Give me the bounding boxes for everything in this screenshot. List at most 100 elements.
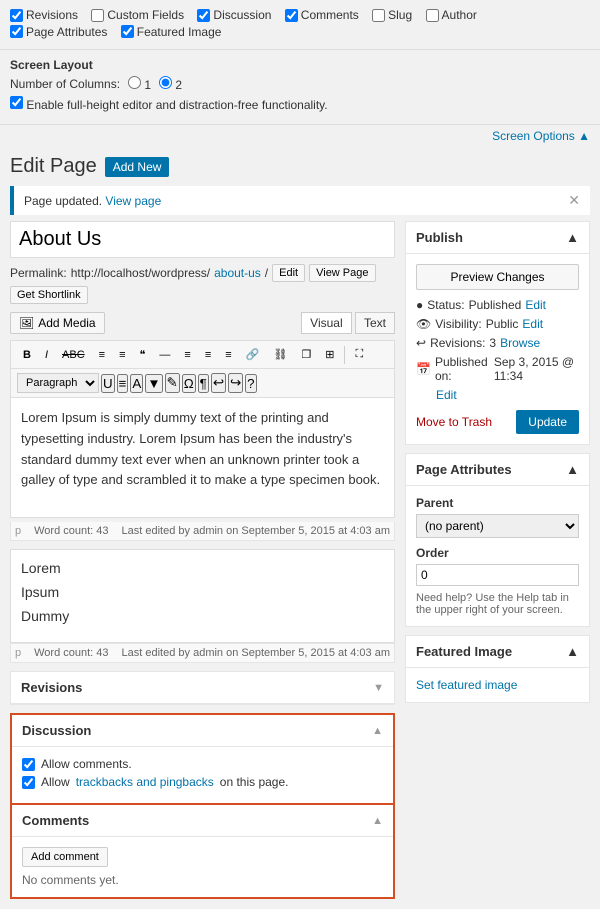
allow-comments-checkbox[interactable]: [22, 758, 35, 771]
featured-image-box: Featured Image ▲ Set featured image: [405, 635, 590, 703]
publish-collapse-icon: ▲: [566, 230, 579, 245]
col1-radio[interactable]: 1: [128, 76, 151, 92]
toolbar-row2: Paragraph U ≡ A ▼ ✎ Ω ¶ ↩ ↪ ?: [10, 369, 395, 398]
comments-header[interactable]: Comments ▲: [12, 805, 393, 837]
discussion-checkbox[interactable]: Discussion: [197, 8, 271, 22]
order-input[interactable]: [416, 564, 579, 586]
page-attributes-checkbox[interactable]: Page Attributes: [10, 25, 107, 39]
screen-layout-section: Screen Layout Number of Columns: 1 2 Ena…: [0, 50, 600, 125]
p-tag-2: p: [15, 647, 21, 659]
main-layout: Permalink: http://localhost/wordpress/ab…: [0, 221, 600, 909]
help-button[interactable]: ?: [245, 374, 256, 393]
add-media-button[interactable]: 🖼 Add Media: [10, 312, 105, 334]
add-comment-button[interactable]: Add comment: [22, 847, 108, 867]
permalink-label: Permalink:: [10, 266, 67, 280]
insert-button[interactable]: ❐: [295, 345, 317, 364]
undo-button[interactable]: ↩: [211, 373, 226, 393]
page-name-input[interactable]: [10, 221, 395, 258]
author-checkbox[interactable]: Author: [426, 8, 477, 22]
revisions-header[interactable]: Revisions ▼: [11, 672, 394, 704]
page-attributes-header: Page Attributes ▲: [406, 454, 589, 486]
redo-button[interactable]: ↪: [228, 373, 243, 393]
view-page-link[interactable]: View page: [105, 194, 161, 208]
visibility-row: 👁 Visibility: Public Edit: [416, 317, 579, 331]
unlink-button[interactable]: ⛓: [267, 345, 293, 364]
ol-button[interactable]: ≡: [113, 346, 131, 364]
text-tab[interactable]: Text: [355, 312, 395, 334]
hr-button[interactable]: —: [153, 346, 176, 364]
permalink-slug[interactable]: about-us: [214, 266, 261, 280]
align-right-button[interactable]: ≡: [219, 346, 237, 364]
trackbacks-link[interactable]: trackbacks and pingbacks: [76, 775, 214, 789]
underline-button[interactable]: U: [101, 374, 115, 393]
revisions-browse-link[interactable]: Browse: [500, 336, 540, 350]
trackbacks-end: on this page.: [220, 775, 289, 789]
parent-select[interactable]: (no parent): [416, 514, 579, 538]
add-media-icon: 🖼: [19, 316, 34, 330]
blockquote-button[interactable]: ❝: [133, 345, 151, 364]
col2-radio[interactable]: 2: [159, 76, 182, 92]
update-button[interactable]: Update: [516, 410, 579, 434]
parent-label: Parent: [416, 496, 579, 510]
allow-trackbacks-text: Allow: [41, 775, 70, 789]
bold-button[interactable]: B: [17, 346, 37, 364]
visibility-value: Public: [486, 317, 519, 331]
revisions-title: Revisions: [21, 680, 82, 695]
featured-image-collapse-icon: ▲: [566, 644, 579, 659]
special-char-button[interactable]: Ω: [182, 374, 196, 393]
status-icon: ●: [416, 298, 423, 312]
move-trash-link[interactable]: Move to Trash: [416, 415, 492, 429]
view-page-button[interactable]: View Page: [309, 264, 375, 282]
format-select[interactable]: Paragraph: [17, 373, 99, 393]
screen-options-bar: Screen Options ▲: [0, 125, 600, 147]
discussion-header[interactable]: Discussion ▲: [12, 715, 393, 747]
visibility-edit-link[interactable]: Edit: [522, 317, 543, 331]
allow-trackbacks-item: Allow trackbacks and pingbacks on this p…: [22, 775, 383, 789]
help-text: Need help? Use the Help tab in the upper…: [416, 592, 579, 616]
table-button[interactable]: ⊞: [319, 345, 340, 364]
preview-button[interactable]: Preview Changes: [416, 264, 579, 290]
content-column: Permalink: http://localhost/wordpress/ab…: [10, 221, 395, 899]
editor-area[interactable]: Lorem Ipsum is simply dummy text of the …: [10, 398, 395, 518]
distraction-free-checkbox[interactable]: Enable full-height editor and distractio…: [10, 96, 328, 112]
custom-fields-checkbox[interactable]: Custom Fields: [91, 8, 184, 22]
columns-label: Number of Columns:: [10, 77, 120, 91]
slug-checkbox[interactable]: Slug: [372, 8, 412, 22]
edit-permalink-button[interactable]: Edit: [272, 264, 305, 282]
paste-button[interactable]: ▼: [145, 374, 162, 393]
revisions-checkbox[interactable]: Revisions: [10, 8, 78, 22]
screen-layout-label: Screen Layout: [10, 58, 93, 72]
screen-options-label[interactable]: Screen Options ▲: [492, 129, 590, 143]
p-tag-1: p: [15, 525, 21, 537]
featured-image-checkbox[interactable]: Featured Image: [121, 25, 222, 39]
publish-header: Publish ▲: [406, 222, 589, 254]
toolbar-separator: [344, 346, 345, 364]
screen-options-checkboxes: Revisions Custom Fields Discussion Comme…: [0, 0, 600, 50]
justify-button[interactable]: ≡: [117, 374, 129, 393]
allow-comments-label: Allow comments.: [41, 757, 132, 771]
custom-char-button[interactable]: ✎: [165, 373, 180, 393]
ul-button[interactable]: ≡: [93, 346, 111, 364]
revisions-label: Revisions:: [430, 336, 485, 350]
visibility-label: Visibility:: [435, 317, 481, 331]
align-left-button[interactable]: ≡: [178, 346, 196, 364]
status-edit-link[interactable]: Edit: [525, 298, 546, 312]
close-icon[interactable]: ✕: [568, 192, 580, 209]
add-new-button[interactable]: Add New: [105, 157, 170, 177]
permalink-base: http://localhost/wordpress/: [71, 266, 210, 280]
revisions-count: 3: [489, 336, 496, 350]
fullscreen-button[interactable]: ⛶: [349, 345, 369, 364]
italic-button[interactable]: I: [39, 346, 54, 364]
allow-trackbacks-checkbox[interactable]: [22, 776, 35, 789]
published-edit-link[interactable]: Edit: [436, 388, 457, 402]
indent-button[interactable]: ¶: [198, 374, 209, 393]
align-center-button[interactable]: ≡: [199, 346, 217, 364]
set-featured-image-link[interactable]: Set featured image: [416, 678, 517, 692]
text-color-button[interactable]: A: [130, 374, 143, 393]
strikethrough-button[interactable]: ABC: [56, 346, 91, 364]
get-shortlink-button[interactable]: Get Shortlink: [10, 286, 88, 304]
link-button[interactable]: 🔗: [240, 345, 266, 364]
visual-tab[interactable]: Visual: [301, 312, 351, 334]
comments-checkbox[interactable]: Comments: [285, 8, 359, 22]
visual-text-tabs: Visual Text: [301, 316, 395, 330]
